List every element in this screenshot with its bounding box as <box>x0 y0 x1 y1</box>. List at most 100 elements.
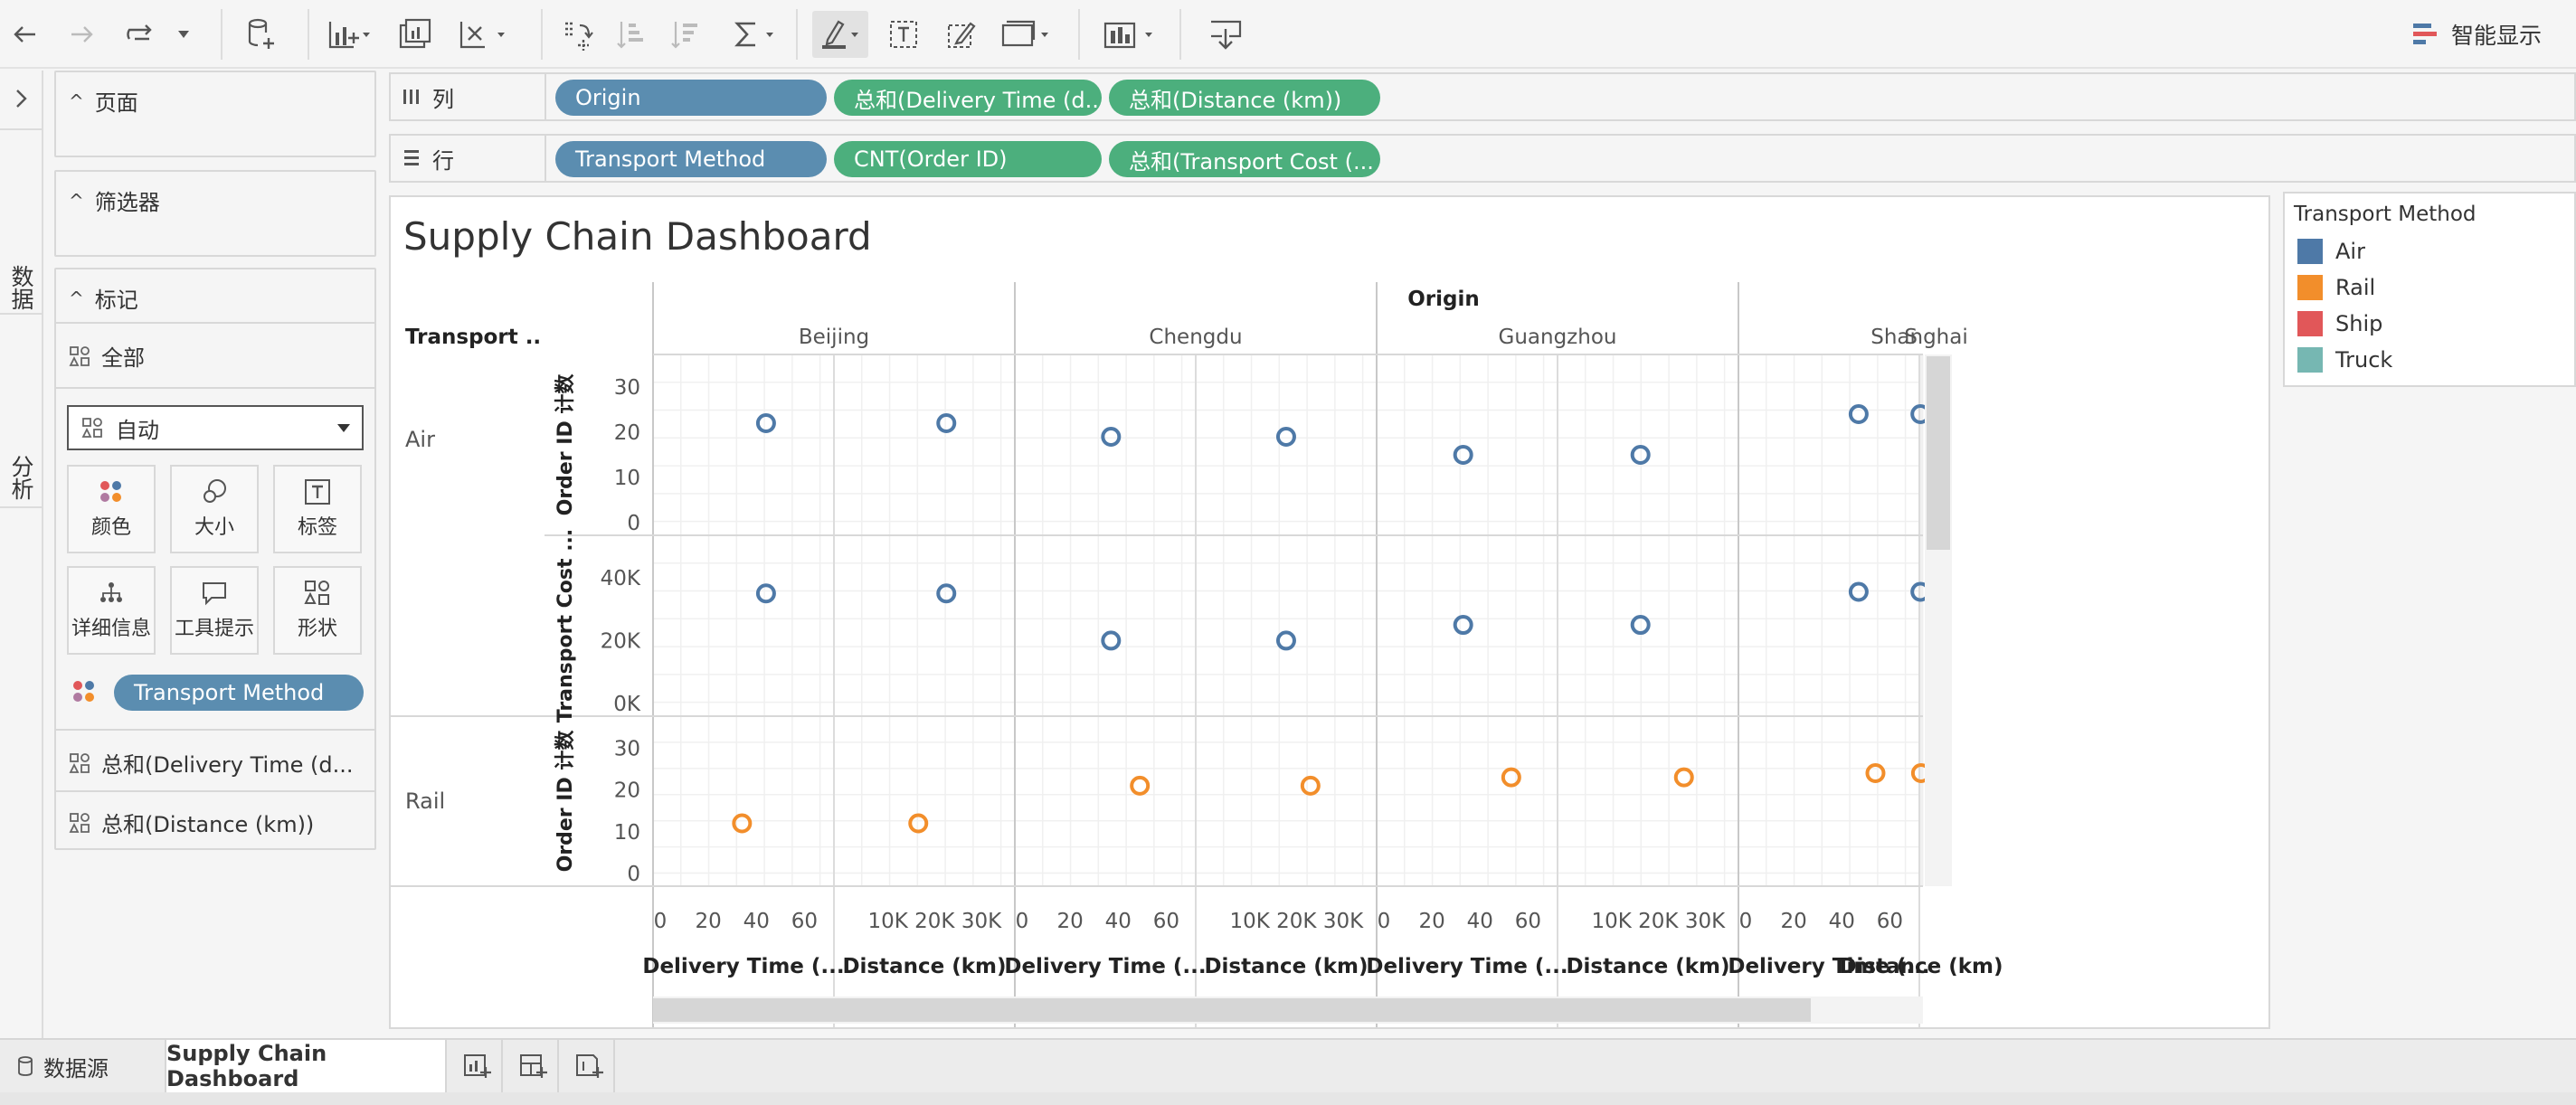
rows-pill-cost[interactable]: 总和(Transport Cost (... <box>1109 141 1380 177</box>
vertical-scrollbar-thumb <box>1927 356 1950 550</box>
data-point <box>1275 427 1296 447</box>
rows-pill-count[interactable]: CNT(Order ID) <box>834 141 1102 177</box>
rows-shelf[interactable]: 行 Transport Method CNT(Order ID) 总和(Tran… <box>389 134 2576 183</box>
sheet-tab-bar: 数据源 Supply Chain Dashboard <box>0 1038 2576 1105</box>
show-me-format-icon[interactable] <box>1098 11 1165 58</box>
legend-item-truck[interactable]: Truck <box>2297 347 2392 373</box>
tab-datasource[interactable]: 数据源 <box>11 1040 156 1092</box>
x-axis-title: Distance (km) <box>1839 955 2003 978</box>
x-tick-label: 20K <box>914 910 955 933</box>
origin-header: Guangzhou <box>1499 326 1617 349</box>
columns-pill-origin[interactable]: Origin <box>555 80 827 116</box>
color-button[interactable]: 颜色 <box>67 465 156 553</box>
x-tick-label: 60 <box>1877 910 1903 933</box>
toolbar: 智能显示 <box>0 0 2576 69</box>
column-header-origin: Origin <box>1407 288 1480 311</box>
replay-icon[interactable] <box>119 11 165 58</box>
collapse-chevron-icon: ^ <box>69 287 84 309</box>
x-tick-label: 0 <box>654 910 668 933</box>
new-story-tab-icon[interactable] <box>564 1040 615 1092</box>
x-tick-label: 40 <box>1105 910 1132 933</box>
legend-item-air[interactable]: Air <box>2297 239 2365 264</box>
filters-card[interactable]: ^ 筛选器 <box>54 170 376 257</box>
marks-all-tab[interactable]: 全部 <box>69 340 145 372</box>
y-tick-label: 20K <box>601 629 641 653</box>
y-tick-label: 30 <box>614 376 640 400</box>
data-point <box>936 413 957 433</box>
tooltip-button[interactable]: 工具提示 <box>170 566 259 655</box>
legend-item-ship[interactable]: Ship <box>2297 311 2382 336</box>
mark-type-value: 自动 <box>116 417 159 443</box>
multi-shape-icon <box>69 812 90 833</box>
expand-chevron-icon[interactable] <box>7 85 34 112</box>
fit-view-icon[interactable] <box>997 11 1056 58</box>
columns-shelf[interactable]: 列 Origin 总和(Delivery Time (d... 总和(Dista… <box>389 72 2576 121</box>
tab-analytics[interactable]: 分析 <box>0 342 42 613</box>
duplicate-sheet-icon[interactable] <box>393 11 438 58</box>
label-button[interactable]: 标签 <box>273 465 362 553</box>
size-icon <box>204 479 226 503</box>
chevron-down-icon[interactable] <box>172 11 195 58</box>
legend-swatch <box>2297 347 2323 373</box>
row-label-air: Air <box>405 427 435 452</box>
x-tick-label: 40 <box>1829 910 1855 933</box>
row-label-rail: Rail <box>405 789 445 814</box>
rows-pill-transport[interactable]: Transport Method <box>555 141 827 177</box>
shape-icon <box>304 581 329 605</box>
share-icon[interactable] <box>1203 11 1248 58</box>
multi-shape-icon <box>69 345 90 366</box>
mark-type-select[interactable]: 自动 <box>67 405 364 450</box>
origin-header: Chengdu <box>1149 326 1242 349</box>
new-dashboard-tab-icon[interactable] <box>508 1040 559 1092</box>
marks-header[interactable]: ^ 标记 <box>69 282 138 314</box>
add-datasource-icon[interactable] <box>239 11 284 58</box>
clear-sheet-icon[interactable] <box>456 11 510 58</box>
detail-field-delivery[interactable]: 总和(Delivery Time (d... <box>69 747 353 779</box>
filters-header[interactable]: ^ 筛选器 <box>69 184 160 216</box>
detail-button[interactable]: 详细信息 <box>67 566 156 655</box>
y-tick-label: 10 <box>614 821 640 845</box>
legend-item-rail[interactable]: Rail <box>2297 275 2375 300</box>
multi-shape-icon <box>81 418 102 438</box>
collapse-chevron-icon: ^ <box>69 189 84 212</box>
legend-swatch <box>2297 239 2323 264</box>
y-tick-label: 0 <box>627 863 640 886</box>
highlight-icon[interactable] <box>812 11 868 58</box>
data-point <box>755 413 776 433</box>
text-label-icon[interactable] <box>883 11 924 58</box>
data-point <box>755 583 776 604</box>
undo-icon[interactable] <box>7 11 43 58</box>
color-field-pill[interactable]: Transport Method <box>114 675 364 711</box>
y-tick-label: 0 <box>627 512 640 535</box>
x-tick-label: 10K <box>1591 910 1632 933</box>
y-tick-label: 20 <box>614 779 640 803</box>
data-point <box>1501 767 1521 788</box>
totals-icon[interactable] <box>729 11 780 58</box>
x-axis-title: Distance (km) <box>842 955 1006 978</box>
columns-label: 列 <box>402 74 454 119</box>
columns-pill-delivery[interactable]: 总和(Delivery Time (d... <box>834 80 1102 116</box>
shape-button[interactable]: 形状 <box>273 566 362 655</box>
tab-supply-chain-dashboard[interactable]: Supply Chain Dashboard <box>165 1040 447 1092</box>
data-point <box>908 813 929 834</box>
redo-icon[interactable] <box>63 11 99 58</box>
x-axis-title: Distance (km) <box>1566 955 1729 978</box>
detail-field-distance[interactable]: 总和(Distance (km)) <box>69 807 314 838</box>
status-bar <box>0 1092 2576 1105</box>
x-tick-label: 60 <box>1153 910 1179 933</box>
pages-header[interactable]: ^ 页面 <box>69 85 138 117</box>
show-me-label: 智能显示 <box>2450 23 2542 49</box>
columns-pill-distance[interactable]: 总和(Distance (km)) <box>1109 80 1380 116</box>
new-worksheet-tab-icon[interactable] <box>452 1040 503 1092</box>
dropdown-arrow-icon <box>337 424 350 432</box>
y-tick-label: 0K <box>613 693 641 716</box>
data-point <box>1453 445 1473 465</box>
show-me-button[interactable]: 智能显示 <box>2411 16 2542 52</box>
x-axis-title: Delivery Time (... <box>1366 955 1567 978</box>
size-button[interactable]: 大小 <box>170 465 259 553</box>
annotate-icon[interactable] <box>941 11 982 58</box>
swap-icon[interactable] <box>555 11 601 58</box>
new-worksheet-icon[interactable] <box>324 11 374 58</box>
y-axis-title: Order ID 计数 <box>554 730 577 873</box>
y-tick-label: 30 <box>614 737 640 760</box>
